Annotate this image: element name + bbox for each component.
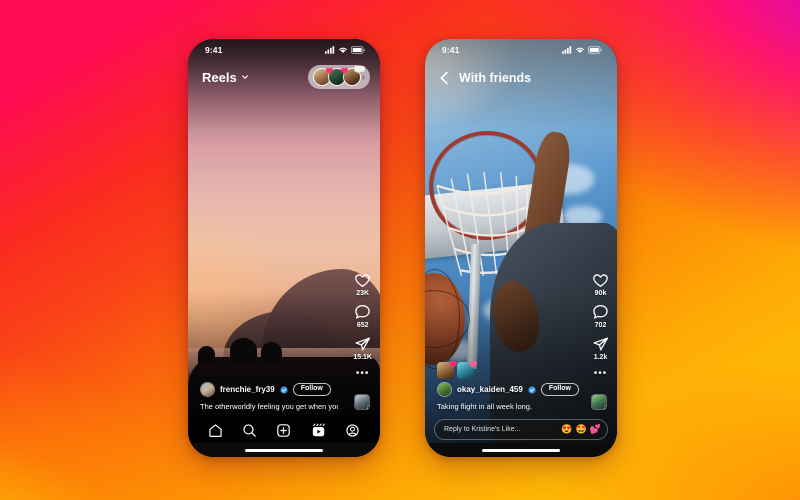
- status-icons: [325, 46, 365, 54]
- share-button[interactable]: 1.2k: [592, 336, 609, 361]
- share-button[interactable]: 15.1K: [353, 336, 372, 361]
- reply-bar[interactable]: Reply to Kristine's Like... 😍 🤩 💕: [434, 419, 608, 440]
- caption-user-row: frenchie_fry39 Follow: [200, 382, 370, 397]
- audio-thumbnail[interactable]: ♫: [591, 394, 607, 410]
- follow-button[interactable]: Follow: [540, 382, 579, 397]
- caption-block-left: frenchie_fry39 Follow The otherworldly f…: [188, 382, 380, 411]
- wifi-icon: [576, 47, 584, 54]
- music-note-icon: ♫: [603, 404, 606, 409]
- audio-thumbnail[interactable]: ♫: [354, 394, 370, 410]
- caption-user-row: okay_kaiden_459 Follow: [437, 382, 607, 397]
- chevron-down-icon: [241, 75, 248, 79]
- emoji-star-struck[interactable]: 🤩: [576, 425, 587, 434]
- reels-icon: [312, 423, 325, 436]
- wifi-icon: [339, 47, 347, 54]
- battery-icon: [351, 46, 365, 54]
- page-title: Reels: [202, 69, 237, 85]
- reaction-avatar-2[interactable]: [457, 361, 477, 379]
- heart-sticker: [341, 67, 348, 74]
- nav-reels[interactable]: [311, 423, 326, 438]
- emoji-heart-eyes[interactable]: 😍: [561, 425, 572, 434]
- heart-icon: [355, 274, 371, 287]
- like-count: 90k: [594, 290, 607, 297]
- avatar[interactable]: [437, 382, 452, 397]
- page-title: With friends: [459, 71, 532, 85]
- heart-icon: [593, 274, 608, 287]
- nav-profile[interactable]: [345, 423, 360, 438]
- reels-title-group[interactable]: Reels: [202, 70, 249, 85]
- action-rail-right: 90k 702 1.2k •••: [592, 272, 609, 379]
- comment-icon: [593, 305, 608, 319]
- home-indicator: [245, 449, 323, 452]
- comment-icon: [355, 305, 370, 319]
- reaction-avatars: [437, 361, 477, 379]
- verified-badge-icon: [528, 385, 536, 394]
- caption-text: The otherworldly feeling you get when yo…: [200, 402, 338, 411]
- heart-sticker: [469, 361, 477, 368]
- nav-search[interactable]: [242, 423, 257, 438]
- foreground-figure-2: [260, 342, 283, 363]
- home-icon: [209, 423, 222, 437]
- heart-sticker: [326, 67, 333, 74]
- heart-sticker: [449, 361, 457, 368]
- share-count: 1.2k: [593, 354, 608, 361]
- gradient-background: [0, 0, 800, 500]
- foreground-figure-1: [230, 337, 258, 363]
- phone-left: 9:41 Reels › 23K 652 15.1K ••• frenchie_…: [188, 39, 380, 457]
- search-icon: [243, 423, 256, 437]
- avatar[interactable]: [200, 382, 215, 397]
- reply-input[interactable]: Reply to Kristine's Like...: [444, 426, 520, 433]
- more-options-icon[interactable]: •••: [356, 369, 370, 379]
- with-friends-top-bar: With friends: [425, 63, 617, 93]
- story-avatars-pill[interactable]: ›: [308, 65, 370, 89]
- username[interactable]: frenchie_fry39: [220, 385, 275, 394]
- status-bar-left: 9:41: [188, 39, 380, 61]
- reels-top-bar: Reels ›: [188, 61, 380, 93]
- caption-text: Taking flight in all week long.: [437, 402, 533, 411]
- plus-square-icon: [277, 423, 291, 437]
- share-icon: [593, 337, 609, 351]
- verified-badge-icon: [280, 385, 288, 394]
- comment-button[interactable]: 702: [592, 304, 609, 329]
- like-button[interactable]: 90k: [592, 272, 609, 297]
- nav-create[interactable]: [276, 423, 291, 438]
- like-button[interactable]: 23K: [354, 272, 371, 297]
- status-icons: [562, 46, 602, 54]
- follow-button[interactable]: Follow: [292, 382, 331, 397]
- gradient-overlay: [0, 0, 800, 500]
- phone-left-screen: 9:41 Reels › 23K 652 15.1K ••• frenchie_…: [188, 39, 380, 457]
- phone-right: 9:41 With friends 90k 702 1.2k ••• okay_…: [425, 39, 617, 457]
- battery-icon: [588, 46, 602, 54]
- nav-home[interactable]: [208, 423, 223, 438]
- bottom-nav-bar: [188, 415, 380, 445]
- comment-button[interactable]: 652: [354, 304, 371, 329]
- status-bar-right: 9:41: [425, 39, 617, 61]
- status-time: 9:41: [442, 45, 460, 55]
- home-indicator: [482, 449, 560, 452]
- share-icon: [355, 337, 371, 351]
- emoji-two-hearts[interactable]: 💕: [590, 425, 601, 434]
- phone-right-screen: 9:41 With friends 90k 702 1.2k ••• okay_…: [425, 39, 617, 457]
- back-chevron-icon[interactable]: [439, 71, 450, 85]
- username[interactable]: okay_kaiden_459: [457, 385, 523, 394]
- comment-count: 652: [356, 322, 369, 329]
- more-options-icon[interactable]: •••: [594, 369, 608, 379]
- reaction-avatar-1[interactable]: [437, 361, 457, 379]
- comment-count: 702: [594, 322, 607, 329]
- action-rail-left: 23K 652 15.1K •••: [353, 272, 372, 379]
- profile-icon: [346, 423, 359, 437]
- music-note-icon: ♫: [366, 404, 369, 409]
- share-count: 15.1K: [353, 354, 372, 361]
- speech-bubble-sticker: [354, 65, 365, 74]
- like-count: 23K: [356, 290, 370, 297]
- reply-emoji-row: 😍 🤩 💕: [561, 425, 601, 434]
- caption-block-right: okay_kaiden_459 Follow Taking flight in …: [425, 382, 617, 411]
- cellular-signal-icon: [325, 46, 335, 54]
- foreground-figure-3: [197, 346, 215, 363]
- cellular-signal-icon: [562, 46, 572, 54]
- status-time: 9:41: [205, 45, 223, 55]
